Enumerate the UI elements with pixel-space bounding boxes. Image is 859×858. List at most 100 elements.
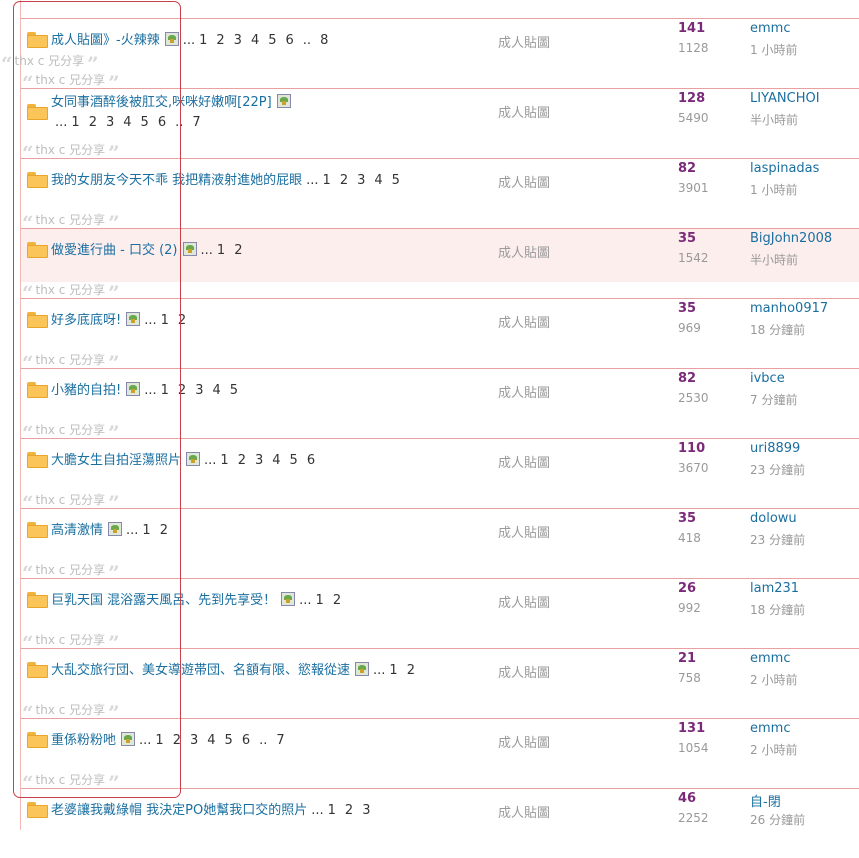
last-poster-link[interactable]: lam231 [750, 581, 799, 596]
page-link[interactable]: 5 [268, 33, 276, 48]
pager-separator: .. [259, 733, 268, 748]
last-poster-link[interactable]: 自-閉 [750, 791, 781, 810]
forum-link[interactable]: 成人貼圖 [498, 32, 550, 51]
view-count: 1128 [678, 41, 709, 55]
last-post-time: 1 小時前 [750, 183, 798, 197]
page-link[interactable]: 2 [238, 453, 246, 468]
page-link[interactable]: 2 [216, 33, 224, 48]
forum-link[interactable]: 成人貼圖 [498, 452, 550, 471]
forum-link[interactable]: 成人貼圖 [498, 662, 550, 681]
page-link[interactable]: 1 [316, 593, 324, 608]
page-link[interactable]: 3 [195, 383, 203, 398]
forum-link[interactable]: 成人貼圖 [498, 802, 550, 821]
forum-link[interactable]: 成人貼圖 [498, 102, 550, 121]
thread-row: 老婆讓我戴綠帽 我決定PO她幫我口交的照片... 1 2 3 成人貼圖 46 2252 自-閉… [21, 788, 859, 858]
page-link[interactable]: 1 [389, 663, 397, 678]
page-link[interactable]: 3 [357, 173, 365, 188]
thread-title-line: 老婆讓我戴綠帽 我決定PO她幫我口交的照片... 1 2 3 [51, 802, 379, 820]
page-link[interactable]: 4 [212, 383, 220, 398]
folder-icon [27, 802, 48, 818]
view-count: 418 [678, 531, 701, 545]
forum-link[interactable]: 成人貼圖 [498, 732, 550, 751]
page-link[interactable]: 4 [374, 173, 382, 188]
forum-link[interactable]: 成人貼圖 [498, 522, 550, 541]
last-poster-link[interactable]: manho0917 [750, 301, 828, 316]
page-link[interactable]: 3 [362, 803, 370, 818]
last-post-time: 2 小時前 [750, 673, 798, 687]
last-post-time: 1 小時前 [750, 43, 798, 57]
forum-link[interactable]: 成人貼圖 [498, 172, 550, 191]
page-link[interactable]: 5 [290, 453, 298, 468]
page-link-last[interactable]: 7 [192, 115, 200, 130]
last-poster-link[interactable]: dolowu [750, 511, 797, 526]
page-link[interactable]: 6 [307, 453, 315, 468]
page-link[interactable]: 3 [234, 33, 242, 48]
page-link[interactable]: 1 [217, 243, 225, 258]
reply-count: 35 [678, 511, 697, 526]
pager-ellipsis: ... [299, 593, 312, 608]
thread-pager: 12 [217, 243, 252, 258]
view-count: 969 [678, 321, 701, 335]
last-poster-link[interactable]: BigJohn2008 [750, 231, 832, 246]
page-link[interactable]: 6 [286, 33, 294, 48]
open-quote-icon: “ [1, 52, 13, 76]
page-link[interactable]: 5 [225, 733, 233, 748]
view-count: 2252 [678, 811, 709, 825]
last-poster-link[interactable]: ivbce [750, 371, 785, 386]
forum-link[interactable]: 成人貼圖 [498, 382, 550, 401]
page-link[interactable]: 4 [251, 33, 259, 48]
image-attachment-icon [182, 242, 197, 256]
thread-pager: 1 2 3 4 5 6.. 8 [199, 33, 337, 48]
last-post-time: 半小時前 [750, 253, 799, 267]
folder-body [27, 805, 48, 818]
last-poster-link[interactable]: emmc [750, 721, 790, 736]
pager-ellipsis: ... [311, 803, 324, 818]
page-link[interactable]: 2 [234, 243, 242, 258]
page-link[interactable]: 1 [199, 33, 207, 48]
page-link[interactable]: 1 [328, 803, 336, 818]
last-post-time: 18 分鐘前 [750, 323, 806, 337]
reply-count: 26 [678, 581, 697, 596]
image-attachment-icon [355, 662, 370, 676]
last-poster-link[interactable]: emmc [750, 21, 790, 36]
thread-title-link[interactable]: 老婆讓我戴綠帽 我決定PO她幫我口交的照片 [51, 803, 307, 818]
pager-ellipsis: ... [306, 173, 319, 188]
reply-count: 110 [678, 441, 706, 456]
page-link[interactable]: 6 [242, 733, 250, 748]
last-post-time: 7 分鐘前 [750, 393, 798, 407]
last-poster-link[interactable]: LIYANCHOI [750, 91, 820, 106]
view-count: 758 [678, 671, 701, 685]
page-link[interactable]: 2 [407, 663, 415, 678]
pager-ellipsis: ... [373, 663, 386, 678]
thread-pager: 12 [316, 593, 351, 608]
pager-separator: .. [302, 33, 312, 48]
last-poster-link[interactable]: emmc [750, 651, 790, 666]
page-link[interactable]: 2 [345, 803, 353, 818]
thread-pager: 123456 [220, 453, 324, 468]
page-link[interactable]: 5 [392, 173, 400, 188]
last-post-time: 18 分鐘前 [750, 603, 806, 617]
pager-ellipsis: ... [204, 453, 217, 468]
page-link[interactable]: 3 [190, 733, 198, 748]
page-link[interactable]: 1 [220, 453, 228, 468]
page-link[interactable]: 2 [340, 173, 348, 188]
page-link[interactable]: 3 [255, 453, 263, 468]
forum-link[interactable]: 成人貼圖 [498, 312, 550, 331]
reply-count: 35 [678, 301, 697, 316]
view-count: 1542 [678, 251, 709, 265]
page-link[interactable]: 4 [207, 733, 215, 748]
page-link-last[interactable]: 7 [276, 733, 284, 748]
last-poster-link[interactable]: uri8899 [750, 441, 800, 456]
view-count: 5490 [678, 111, 709, 125]
forum-link[interactable]: 成人貼圖 [498, 592, 550, 611]
reply-count: 131 [678, 721, 706, 736]
reply-count: 141 [678, 21, 706, 36]
last-post-time: 2 小時前 [750, 743, 798, 757]
page-link-last[interactable]: 8 [320, 33, 328, 48]
last-poster-link[interactable]: laspinadas [750, 161, 819, 176]
page-link[interactable]: 1 [323, 173, 331, 188]
page-link[interactable]: 5 [230, 383, 238, 398]
page-link[interactable]: 2 [333, 593, 341, 608]
forum-link[interactable]: 成人貼圖 [498, 242, 550, 261]
page-link[interactable]: 4 [272, 453, 280, 468]
